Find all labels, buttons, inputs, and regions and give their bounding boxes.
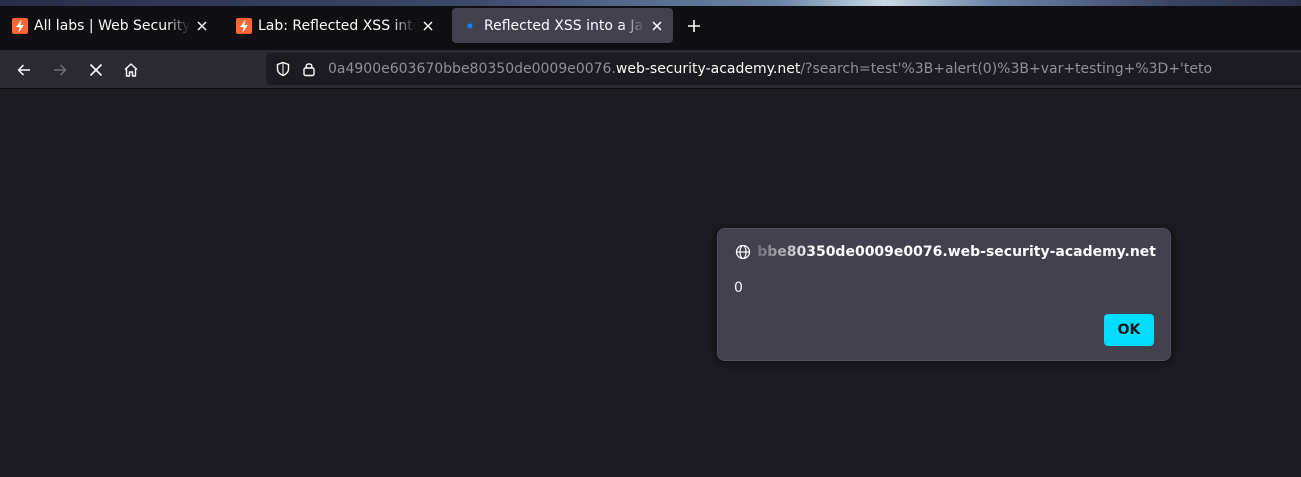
url-text[interactable]: 0a4900e603670bbe80350de0009e0076.web-sec… <box>328 61 1212 77</box>
home-icon <box>124 63 138 77</box>
tab-all-labs[interactable]: All labs | Web Security Academy <box>2 8 218 43</box>
new-tab-button[interactable] <box>682 14 706 38</box>
tracking-protection-shield-icon[interactable] <box>274 60 292 78</box>
desktop-wallpaper <box>0 0 1301 6</box>
arrow-right-icon <box>54 64 67 76</box>
navigation-toolbar: 0a4900e603670bbe80350de0009e0076.web-sec… <box>0 50 1301 89</box>
portswigger-bolt-icon <box>236 17 252 34</box>
home-button[interactable] <box>117 56 145 84</box>
globe-icon <box>734 243 752 261</box>
close-icon <box>89 63 103 77</box>
tab-lab-reflected-xss[interactable]: Lab: Reflected XSS into a JavaScript str… <box>226 8 444 43</box>
dialog-message: 0 <box>734 280 743 296</box>
url-path: /?search=test'%3B+alert(0)%3B+var+testin… <box>800 61 1213 77</box>
dialog-origin: 0a4900e603670bbe80350de0009e0076.web-sec… <box>758 244 1156 260</box>
close-icon[interactable] <box>194 18 210 34</box>
close-icon[interactable] <box>649 18 665 34</box>
close-icon[interactable] <box>420 18 436 34</box>
dialog-origin-row: 0a4900e603670bbe80350de0009e0076.web-sec… <box>734 243 1156 261</box>
back-button[interactable] <box>10 56 38 84</box>
tab-title: Reflected XSS into a JavaScript string <box>484 17 645 34</box>
url-host: web-security-academy.net <box>615 61 801 77</box>
forward-button[interactable] <box>46 56 74 84</box>
portswigger-bolt-icon <box>12 17 28 34</box>
alert-dialog: 0a4900e603670bbe80350de0009e0076.web-sec… <box>717 228 1171 361</box>
tab-title: Lab: Reflected XSS into a JavaScript str… <box>258 17 416 34</box>
ok-button[interactable]: OK <box>1104 314 1154 346</box>
address-bar[interactable]: 0a4900e603670bbe80350de0009e0076.web-sec… <box>266 53 1301 85</box>
plus-icon <box>688 20 700 32</box>
lock-icon[interactable] <box>300 60 318 78</box>
arrow-left-icon <box>17 64 30 76</box>
tab-title: All labs | Web Security Academy <box>34 17 190 34</box>
loading-dot-icon <box>462 18 478 34</box>
stop-loading-button[interactable] <box>82 56 110 84</box>
tab-strip: All labs | Web Security Academy Lab: Ref… <box>0 0 1301 50</box>
url-prefix: 0a4900e603670bbe80350de0009e0076. <box>328 61 616 77</box>
tab-reflected-xss-active[interactable]: Reflected XSS into a JavaScript string <box>452 8 673 43</box>
